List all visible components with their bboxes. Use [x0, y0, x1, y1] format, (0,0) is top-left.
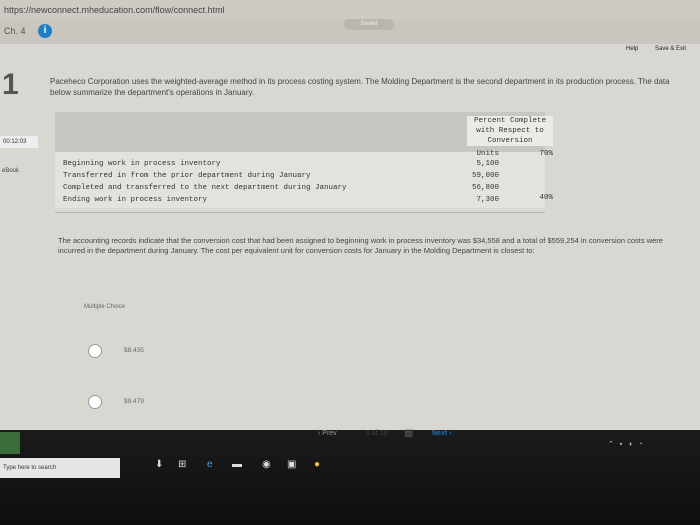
radio-button[interactable]: [88, 344, 102, 358]
row-label: Completed and transferred to the next de…: [63, 184, 347, 192]
mic-icon[interactable]: ⬇: [155, 459, 163, 470]
info-icon[interactable]: i: [38, 24, 52, 38]
choice-label: $9.479: [124, 398, 144, 405]
row-units: 56,800: [471, 184, 499, 192]
row-units: 5,100: [476, 160, 499, 168]
help-link[interactable]: Help: [626, 46, 638, 52]
row-label: Ending work in process inventory: [63, 196, 208, 204]
save-exit-button[interactable]: Save & Exit: [655, 46, 686, 52]
divider: [55, 212, 545, 213]
timer: 00:12:03: [0, 136, 38, 148]
data-table: Percent Complete with Respect to Convers…: [55, 112, 553, 208]
grid-icon[interactable]: ▦: [404, 428, 413, 439]
prev-button[interactable]: ‹ Prev: [318, 430, 337, 437]
saved-status: Saved: [344, 19, 394, 30]
chapter-label: Ch. 4: [4, 26, 26, 36]
row-percent: 40%: [539, 194, 553, 202]
multiple-choice-label: Multiple Choice: [84, 304, 126, 310]
choice-option[interactable]: $8.435: [88, 344, 208, 362]
question-text: Paceheco Corporation uses the weighted-a…: [50, 77, 670, 97]
chrome-icon[interactable]: ●: [314, 459, 320, 470]
row-label: Transferred in from the prior department…: [63, 172, 311, 180]
page-indicator: 1 of 10: [366, 430, 388, 437]
units-header: Units: [476, 150, 499, 158]
choice-option[interactable]: $9.479: [88, 395, 208, 413]
row-label: Beginning work in process inventory: [63, 160, 221, 168]
app-icon[interactable]: ▣: [287, 459, 296, 470]
store-icon[interactable]: ◉: [262, 459, 271, 470]
radio-button[interactable]: [88, 395, 102, 409]
choice-label: $8.435: [124, 347, 144, 354]
row-units: 59,000: [471, 172, 499, 180]
ebook-link[interactable]: eBook: [2, 168, 19, 174]
taskview-icon[interactable]: ⊞: [178, 459, 186, 470]
percent-header: Percent Complete with Respect to Convers…: [467, 116, 553, 146]
row-percent: 70%: [539, 150, 553, 158]
edge-icon[interactable]: e: [207, 459, 213, 470]
next-button[interactable]: Next ›: [432, 430, 451, 437]
app-tile[interactable]: [0, 432, 20, 454]
question-number: 1: [2, 68, 19, 101]
row-units: 7,300: [476, 196, 499, 204]
folder-icon[interactable]: ▬: [232, 459, 242, 470]
followup-text: The accounting records indicate that the…: [58, 236, 663, 255]
taskbar-search[interactable]: Type here to search: [0, 458, 120, 478]
system-tray[interactable]: ⌃ ▪ ◖ ◔: [608, 440, 645, 448]
address-bar[interactable]: https://newconnect.mheducation.com/flow/…: [0, 0, 700, 20]
